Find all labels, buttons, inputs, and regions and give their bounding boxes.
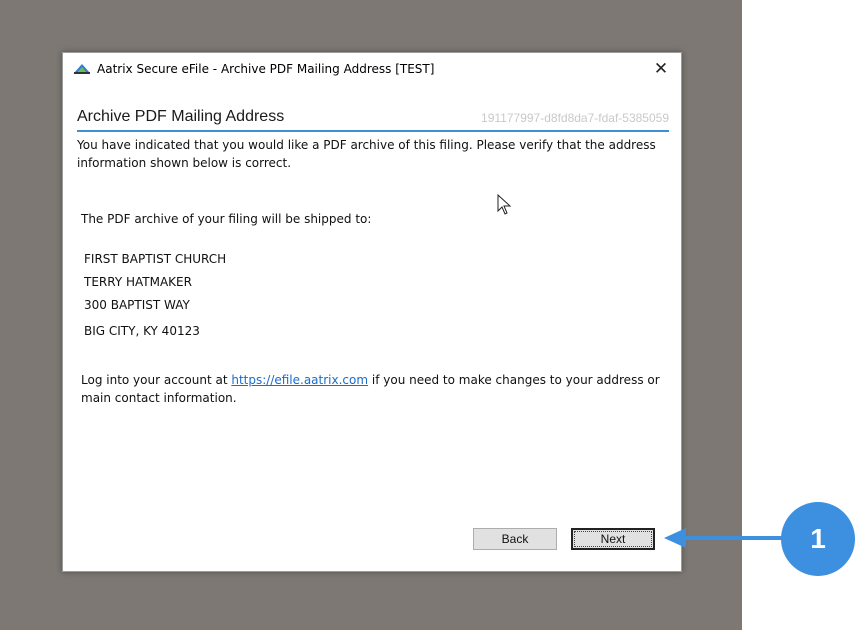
page-title: Archive PDF Mailing Address — [77, 108, 285, 125]
address-line-3: 300 BAPTIST WAY — [84, 298, 190, 312]
heading-row: Archive PDF Mailing Address 191177997-d8… — [77, 108, 669, 132]
title-bar[interactable]: Aatrix Secure eFile - Archive PDF Mailin… — [63, 53, 681, 85]
address-line-1: FIRST BAPTIST CHURCH — [84, 252, 227, 266]
intro-text: You have indicated that you would like a… — [77, 138, 656, 170]
next-button[interactable]: Next — [571, 528, 655, 550]
aatrix-logo-icon — [74, 64, 90, 74]
close-icon: ✕ — [653, 59, 669, 79]
login-prefix: Log into your account at — [81, 373, 232, 387]
callout-arrow-icon — [664, 528, 790, 548]
address-line-4: BIG CITY, KY 40123 — [84, 324, 200, 338]
callout-badge: 1 — [781, 502, 855, 576]
login-note: Log into your account at https://efile.a… — [81, 371, 661, 407]
mouse-pointer-icon — [497, 194, 512, 215]
mailing-address: FIRST BAPTIST CHURCH TERRY HATMAKER 300 … — [84, 250, 226, 345]
back-button[interactable]: Back — [473, 528, 557, 550]
shipped-label: The PDF archive of your filing will be s… — [81, 212, 372, 226]
window-title: Aatrix Secure eFile - Archive PDF Mailin… — [97, 62, 435, 76]
address-line-2: TERRY HATMAKER — [84, 275, 192, 289]
efile-link[interactable]: https://efile.aatrix.com — [231, 373, 368, 387]
filing-id: 191177997-d8fd8da7-fdaf-5385059 — [481, 111, 669, 125]
close-button[interactable]: ✕ — [647, 57, 675, 81]
archive-pdf-dialog: Aatrix Secure eFile - Archive PDF Mailin… — [62, 52, 682, 572]
